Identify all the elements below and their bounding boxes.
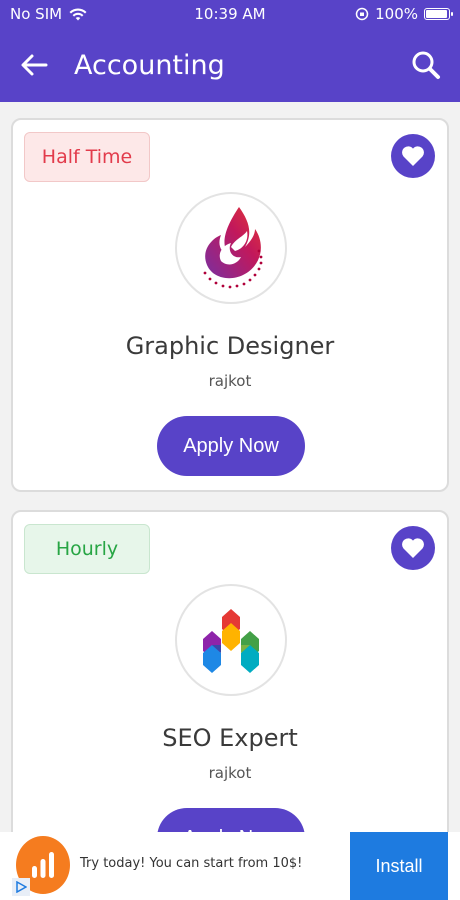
battery-icon xyxy=(424,8,453,20)
app-bar: Accounting xyxy=(0,28,460,102)
job-location: rajkot xyxy=(208,764,252,782)
job-title: SEO Expert xyxy=(162,724,298,752)
arrow-left-icon xyxy=(21,54,48,76)
battery-percent: 100% xyxy=(375,5,418,23)
job-list[interactable]: Half Time Graphic Designer rajkot Apply … xyxy=(0,102,460,832)
apply-now-button[interactable]: Apply Now xyxy=(157,808,305,832)
company-logo xyxy=(175,192,287,304)
job-title: Graphic Designer xyxy=(125,332,335,360)
orientation-lock-icon xyxy=(355,7,369,21)
search-icon xyxy=(412,51,440,79)
bar-chart-icon xyxy=(32,852,54,878)
battery-fill xyxy=(426,10,447,18)
ad-banner[interactable]: Try today! You can start from 10$! Insta… xyxy=(0,832,460,900)
apply-now-button[interactable]: Apply Now xyxy=(157,416,305,476)
favorite-button[interactable] xyxy=(391,526,435,570)
job-card[interactable]: Half Time Graphic Designer rajkot Apply … xyxy=(11,118,449,492)
ad-text: Try today! You can start from 10$! xyxy=(80,856,303,871)
wifi-icon xyxy=(69,7,87,20)
heart-icon xyxy=(402,538,424,558)
ad-choices-icon[interactable] xyxy=(12,878,30,896)
carrier-label: No SIM xyxy=(10,5,63,23)
play-triangle-icon xyxy=(16,881,27,893)
company-logo xyxy=(175,584,287,696)
install-button[interactable]: Install xyxy=(350,832,448,900)
page-title: Accounting xyxy=(74,49,225,81)
job-type-badge: Hourly xyxy=(24,524,150,574)
favorite-button[interactable] xyxy=(391,134,435,178)
status-right: 100% xyxy=(355,5,453,23)
heart-icon xyxy=(402,146,424,166)
status-left: No SIM xyxy=(10,5,88,23)
search-button[interactable] xyxy=(408,47,444,83)
status-bar: No SIM 10:39 AM 100% xyxy=(0,0,460,28)
back-button[interactable] xyxy=(16,47,52,83)
job-card[interactable]: Hourly SEO Expert rajkot Apply Now xyxy=(11,510,449,832)
job-location: rajkot xyxy=(208,372,252,390)
flame-logo-icon xyxy=(203,207,263,289)
colorful-m-logo-icon xyxy=(203,609,259,673)
job-type-badge: Half Time xyxy=(24,132,150,182)
